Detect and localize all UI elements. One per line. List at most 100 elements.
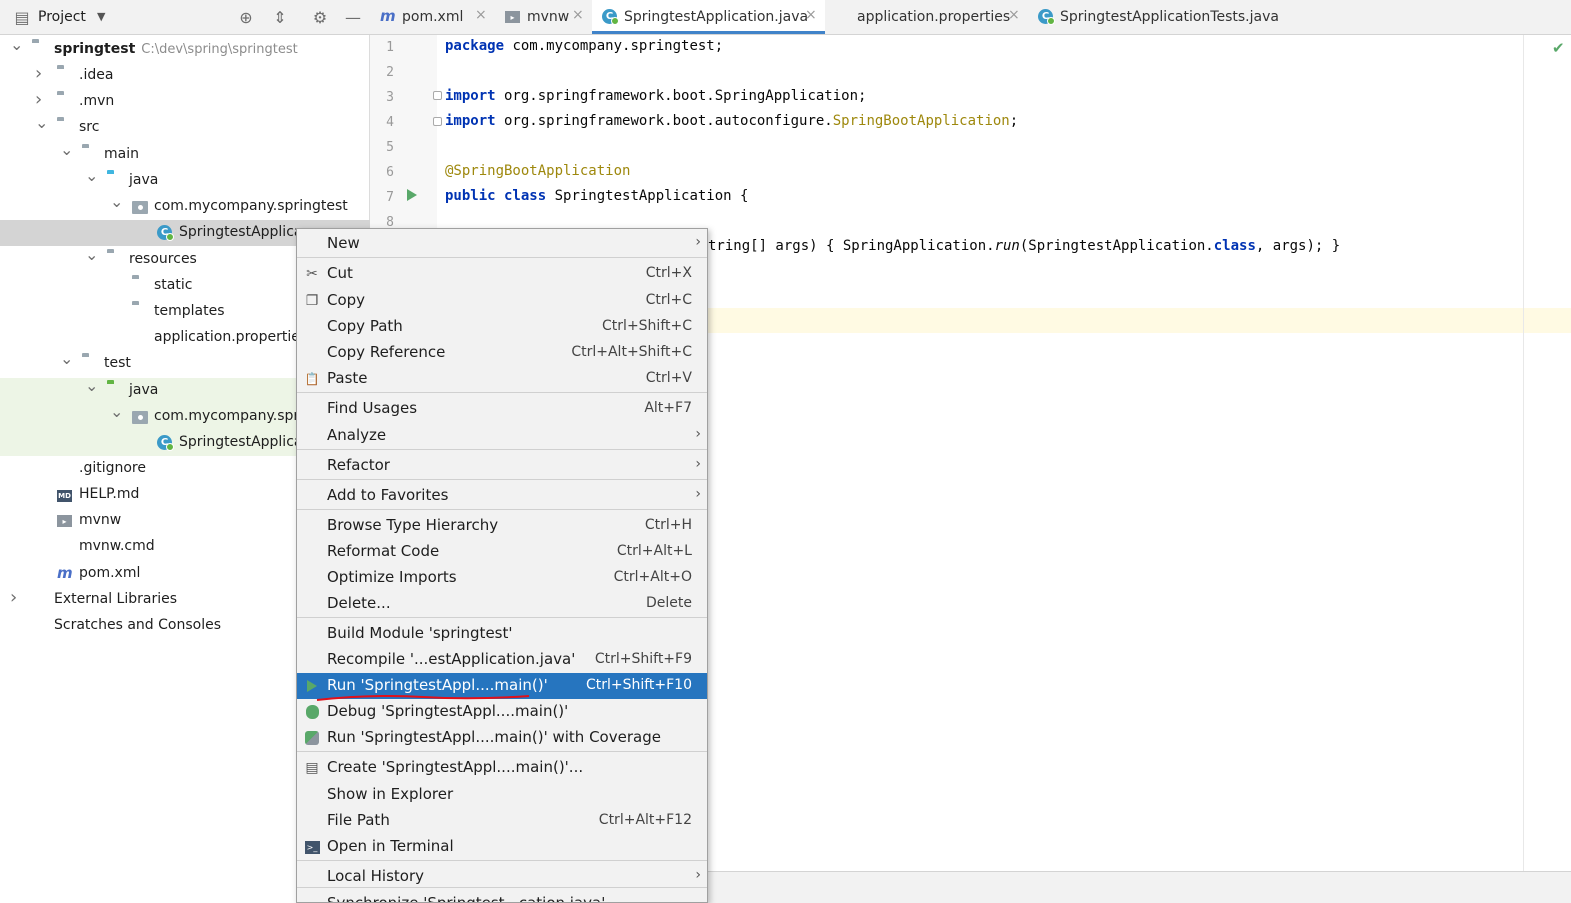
tree-item-text: .mvn <box>79 93 115 109</box>
menu-item[interactable]: ✂ Cut Ctrl+X <box>297 261 707 287</box>
chevron-down-icon[interactable]: ⌄ <box>60 140 73 159</box>
tree-item-label: java <box>129 382 158 398</box>
menu-item[interactable]: Analyze › <box>297 423 707 449</box>
chevron-down-icon[interactable]: ⌄ <box>110 192 123 211</box>
tree-item-text: .idea <box>79 67 114 83</box>
menu-item[interactable]: Show in Explorer <box>297 782 707 808</box>
tree-item-label: java <box>129 172 158 188</box>
editor-tab[interactable]: ▸ mvnw × <box>495 0 592 34</box>
shell-file-icon: ▸ <box>505 9 521 25</box>
menu-item[interactable]: Optimize Imports Ctrl+Alt+O <box>297 565 707 591</box>
menu-item-shortcut: Ctrl+Shift+C <box>602 318 692 334</box>
menu-item[interactable]: Local History › <box>297 864 707 890</box>
menu-item[interactable]: File Path Ctrl+Alt+F12 <box>297 808 707 834</box>
tree-row[interactable]: ⌄ java <box>0 166 370 194</box>
hide-panel-icon[interactable]: — <box>343 7 363 27</box>
tree-row[interactable]: ⌄ src <box>0 113 370 141</box>
chevron-right-icon[interactable]: › <box>35 63 47 84</box>
line-number: 4 <box>386 115 394 130</box>
chevron-down-icon[interactable]: ⌄ <box>110 402 123 421</box>
editor-tab[interactable]: C SpringtestApplication.java × <box>592 0 825 34</box>
menu-item[interactable]: Browse Type Hierarchy Ctrl+H <box>297 513 707 539</box>
bottom-tool-strip <box>708 871 1571 903</box>
menu-item[interactable]: Copy Reference Ctrl+Alt+Shift+C <box>297 340 707 366</box>
editor-tab[interactable]: CSpringtestApplicationTests.java× <box>1028 0 1298 34</box>
spring-class-icon-shape: C <box>157 225 174 241</box>
menu-item-label: Open in Terminal <box>327 837 454 855</box>
fold-marker-icon[interactable] <box>433 117 442 126</box>
menu-item[interactable]: Synchronize 'Springtest...cation.java' <box>297 891 707 903</box>
menu-item[interactable]: Build Module 'springtest' <box>297 621 707 647</box>
menu-item-label: Optimize Imports <box>327 568 457 586</box>
chevron-down-icon[interactable]: ⌄ <box>10 35 23 54</box>
menu-item[interactable]: Run 'SpringtestAppl....main()' with Cove… <box>297 725 707 751</box>
package-icon-shape <box>132 411 148 424</box>
run-gutter-icon[interactable] <box>407 189 417 201</box>
chevron-right-icon[interactable]: › <box>35 89 47 110</box>
tree-row[interactable]: ⌄ springtest C:\dev\spring\springtest <box>0 35 370 63</box>
tree-row[interactable]: › .mvn <box>0 89 370 115</box>
gear-icon[interactable]: ⚙ <box>310 7 330 27</box>
tree-item-label: mvnw <box>79 512 121 528</box>
menu-item[interactable]: Reformat Code Ctrl+Alt+L <box>297 539 707 565</box>
chevron-down-icon[interactable]: ▼ <box>97 10 105 23</box>
close-icon[interactable]: × <box>475 7 487 23</box>
copy-icon-shape: ❐ <box>305 293 319 309</box>
collapse-all-icon[interactable]: ⇕ <box>270 7 290 27</box>
close-icon[interactable]: × <box>1008 7 1020 23</box>
menu-item-label: Browse Type Hierarchy <box>327 516 499 534</box>
folder-icon <box>57 94 73 110</box>
code-line-6: @SpringBootApplication <box>445 163 631 179</box>
tree-item-text: .gitignore <box>79 460 146 476</box>
project-view-selector[interactable]: Project <box>38 9 86 25</box>
package-icon-shape <box>132 201 148 214</box>
chevron-down-icon[interactable]: ⌄ <box>35 113 48 132</box>
chevron-down-icon[interactable]: ⌄ <box>60 349 73 368</box>
menu-separator <box>297 617 707 618</box>
close-icon[interactable]: × <box>572 7 584 23</box>
menu-item-label: Refactor <box>327 456 390 474</box>
menu-item[interactable]: New › <box>297 231 707 257</box>
menu-item[interactable]: >_ Open in Terminal <box>297 834 707 860</box>
folder-icon <box>57 68 73 84</box>
tree-item-text: HELP.md <box>79 486 140 502</box>
inspection-ok-icon[interactable]: ✔ <box>1552 39 1565 57</box>
editor-tab[interactable]: m pom.xml × <box>370 0 495 34</box>
menu-item[interactable]: ❐ Copy Ctrl+C <box>297 288 707 314</box>
chevron-down-icon[interactable]: ⌄ <box>85 166 98 185</box>
menu-item[interactable]: 📋 Paste Ctrl+V <box>297 366 707 392</box>
project-panel-header: ▤ Project ▼ ⊕ ⇕ ⚙ — <box>0 0 370 35</box>
menu-item[interactable]: Copy Path Ctrl+Shift+C <box>297 314 707 340</box>
tree-item-text: External Libraries <box>54 591 177 607</box>
menu-item[interactable]: Add to Favorites › <box>297 483 707 509</box>
tree-item-text: main <box>104 146 139 162</box>
chevron-right-icon[interactable]: › <box>10 587 22 608</box>
code-line-7: public class SpringtestApplication { <box>445 188 749 204</box>
menu-item[interactable]: Recompile '...estApplication.java' Ctrl+S… <box>297 647 707 673</box>
tree-row[interactable]: ⌄ com.mycompany.springtest <box>0 192 370 220</box>
tab-label: mvnw <box>527 9 570 25</box>
menu-item[interactable]: Find Usages Alt+F7 <box>297 396 707 422</box>
folder-icon <box>57 120 73 136</box>
menu-item-label: Paste <box>327 369 368 387</box>
close-icon[interactable]: × <box>805 7 817 23</box>
menu-item[interactable]: Refactor › <box>297 453 707 479</box>
menu-item-label: Local History <box>327 867 425 885</box>
chevron-down-icon[interactable]: ⌄ <box>85 245 98 264</box>
chevron-down-icon[interactable]: ⌄ <box>85 376 98 395</box>
libraries-icon <box>32 592 48 608</box>
fold-marker-icon[interactable] <box>433 91 442 100</box>
editor-tab-bar: m pom.xml × ▸ mvnw × C SpringtestApplication.ja… <box>370 0 1571 35</box>
menu-item-label: Run 'SpringtestAppl....main()' with Cove… <box>327 728 661 746</box>
editor-tab[interactable]: application.properties × <box>825 0 1028 34</box>
line-number: 2 <box>386 65 394 80</box>
menu-item[interactable]: ▤ Create 'SpringtestAppl....main()'... <box>297 755 707 781</box>
locate-target-icon[interactable]: ⊕ <box>236 7 256 27</box>
menu-item-label: New <box>327 234 360 252</box>
menu-item-shortcut: Ctrl+Shift+F9 <box>594 651 692 667</box>
menu-item-label: Synchronize 'Springtest...cation.java' <box>327 894 606 903</box>
menu-item[interactable]: Delete... Delete <box>297 591 707 617</box>
module-folder-icon <box>32 42 48 58</box>
tree-row[interactable]: › .idea <box>0 63 370 89</box>
tree-row[interactable]: ⌄ main <box>0 140 370 168</box>
